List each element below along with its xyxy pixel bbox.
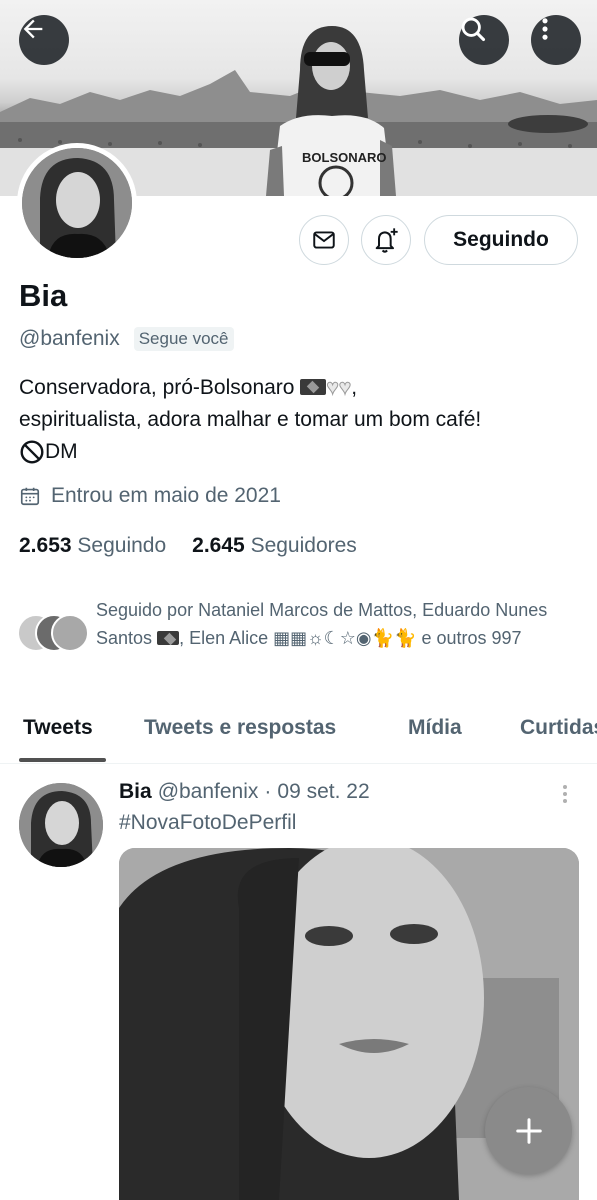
- followers-count: 2.645: [192, 534, 245, 557]
- white-heart-icon: ♥: [338, 376, 352, 400]
- followed-by-part-2: , Elen Alice: [179, 628, 269, 648]
- arrow-left-icon: [23, 19, 43, 39]
- message-button[interactable]: [299, 215, 349, 265]
- tab-likes[interactable]: Curtidas: [520, 716, 597, 740]
- followers-label: Seguidores: [250, 534, 357, 557]
- prohibited-icon: [20, 440, 44, 464]
- followed-by-part-3: e outros 997: [421, 628, 522, 648]
- more-vertical-icon: [563, 785, 567, 803]
- tweet-separator: ·: [264, 780, 272, 803]
- search-button[interactable]: [459, 15, 509, 65]
- white-heart-icon: ♥: [326, 376, 340, 400]
- emoji-sequence: ▦▦☼☾☆◉🐈🐈: [273, 628, 417, 648]
- joined-date: Entrou em maio de 2021: [19, 484, 281, 508]
- more-options-button[interactable]: [531, 15, 581, 65]
- following-label: Seguindo: [77, 534, 167, 557]
- tab-tweets[interactable]: Tweets: [23, 716, 93, 740]
- bio-line-1-tail: ,: [351, 376, 358, 399]
- bio-line-1: Conservadora, pró-Bolsonaro: [19, 376, 295, 399]
- tweet-author-handle[interactable]: @banfenix: [158, 780, 259, 804]
- following-count: 2.653: [19, 534, 72, 557]
- brazil-flag-icon: [157, 631, 180, 645]
- joined-text: Entrou em maio de 2021: [51, 484, 281, 507]
- avatar-photo: [19, 783, 103, 867]
- profile-bio: Conservadora, pró-Bolsonaro ♥♥, espiritu…: [19, 372, 584, 468]
- search-icon: [461, 17, 486, 42]
- tweet-hashtag[interactable]: #NovaFotoDePerfil: [119, 811, 296, 835]
- tab-media[interactable]: Mídia: [408, 716, 462, 740]
- bio-line-3: DM: [45, 440, 78, 463]
- compose-tweet-button[interactable]: [485, 1087, 572, 1174]
- notifications-button[interactable]: [361, 215, 411, 265]
- profile-name: Bia: [19, 278, 68, 313]
- follow-stats: 2.653 Seguindo 2.645 Seguidores: [19, 534, 357, 558]
- back-button[interactable]: [19, 15, 69, 65]
- tab-tweets-and-replies[interactable]: Tweets e respostas: [144, 716, 336, 740]
- calendar-icon: [20, 487, 40, 506]
- profile-avatar[interactable]: [17, 143, 137, 263]
- more-vertical-icon: [542, 18, 548, 40]
- follows-you-badge: Segue você: [133, 327, 234, 351]
- following-button[interactable]: Seguindo: [424, 215, 578, 265]
- envelope-icon: [313, 231, 335, 249]
- followed-by-text: Seguido por Nataniel Marcos de Mattos, E…: [96, 596, 586, 652]
- active-tab-indicator: [19, 758, 106, 762]
- following-stat[interactable]: 2.653 Seguindo: [19, 534, 166, 558]
- tweet-more-button[interactable]: [556, 782, 574, 811]
- profile-handle: @banfenix: [19, 327, 120, 350]
- followers-you-know-avatars: [17, 614, 91, 654]
- tweet-avatar[interactable]: [19, 783, 103, 867]
- profile-tabs: Tweets Tweets e respostas Mídia Curtidas: [0, 700, 597, 764]
- banner-shirt-text: BOLSONARO: [302, 150, 387, 165]
- bio-line-2: espiritualista, adora malhar e tomar um …: [19, 408, 482, 431]
- avatar: [51, 614, 89, 652]
- tweet-author-name[interactable]: Bia: [119, 780, 152, 804]
- plus-icon: [515, 1117, 542, 1144]
- avatar-photo: [22, 148, 132, 258]
- bell-plus-icon: [375, 228, 398, 253]
- tweet-date[interactable]: 09 set. 22: [277, 780, 369, 804]
- tweet-header: Bia @banfenix · 09 set. 22: [119, 780, 370, 804]
- brazil-flag-icon: [300, 379, 327, 395]
- handle-row: @banfenix Segue você: [19, 327, 234, 351]
- followers-stat[interactable]: 2.645 Seguidores: [192, 534, 357, 558]
